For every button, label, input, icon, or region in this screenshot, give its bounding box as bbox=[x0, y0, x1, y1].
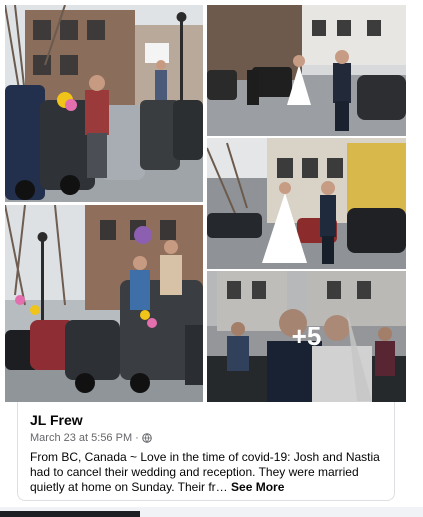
photo-street-crowd[interactable] bbox=[5, 5, 203, 202]
photo-couple-dancing[interactable] bbox=[207, 138, 406, 269]
see-more-link[interactable]: See More bbox=[231, 480, 284, 494]
bottom-bar bbox=[0, 507, 423, 517]
post-author[interactable]: JL Frew bbox=[30, 412, 382, 429]
post-timestamp[interactable]: March 23 at 5:56 PM bbox=[30, 432, 132, 444]
meta-separator: · bbox=[135, 432, 139, 444]
photo-street-balloons[interactable] bbox=[5, 205, 203, 402]
post-meta: March 23 at 5:56 PM · bbox=[30, 432, 382, 444]
taskbar-strip bbox=[0, 511, 140, 517]
post-text: From BC, Canada ~ Love in the time of co… bbox=[30, 450, 382, 495]
post-body: From BC, Canada ~ Love in the time of co… bbox=[30, 450, 380, 494]
globe-icon bbox=[141, 433, 152, 443]
photo-grid: +5 bbox=[5, 5, 406, 402]
photo-couple-closeup[interactable]: +5 bbox=[207, 271, 406, 402]
post-card: JL Frew March 23 at 5:56 PM · From BC, C… bbox=[17, 402, 395, 501]
photo-couple-street[interactable] bbox=[207, 5, 406, 136]
more-photos-count: +5 bbox=[291, 321, 322, 351]
more-photos-overlay[interactable]: +5 bbox=[207, 271, 406, 402]
